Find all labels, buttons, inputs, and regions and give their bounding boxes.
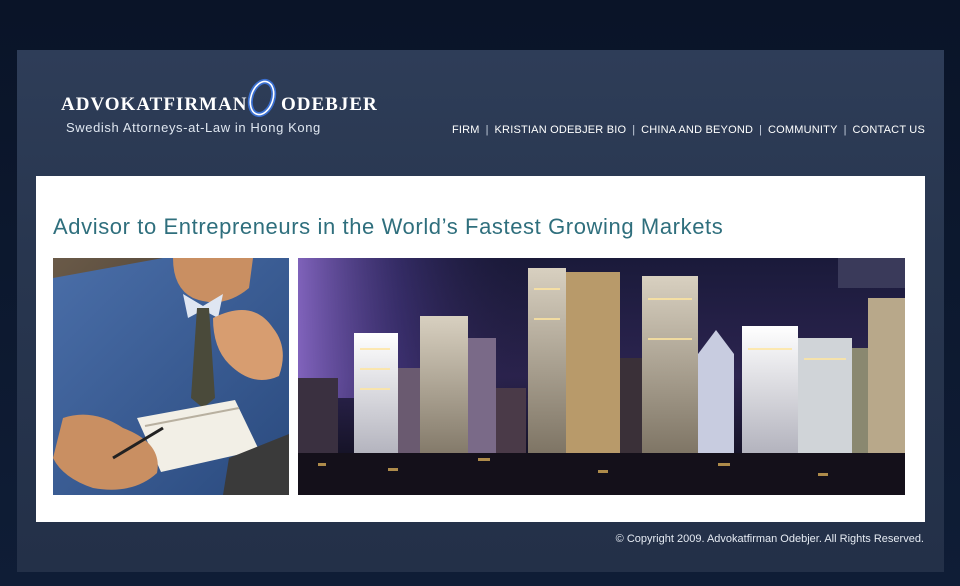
page-headline: Advisor to Entrepreneurs in the World’s … bbox=[53, 214, 724, 239]
nav-item-firm[interactable]: FIRM bbox=[452, 124, 480, 136]
nav-item-bio[interactable]: KRISTIAN ODEBJER BIO bbox=[495, 124, 627, 136]
nav-item-contact-us[interactable]: CONTACT US bbox=[853, 124, 926, 136]
nav-item-china-and-beyond[interactable]: CHINA AND BEYOND bbox=[641, 124, 753, 136]
copyright-text: © Copyright 2009. Advokatfirman Odebjer.… bbox=[615, 533, 924, 545]
nav-separator: | bbox=[632, 124, 636, 136]
content-panel: Advisor to Entrepreneurs in the World’s … bbox=[36, 176, 925, 522]
logo-word-advokatfirman: Advokatfirman bbox=[61, 94, 248, 115]
nav-item-community[interactable]: COMMUNITY bbox=[768, 124, 838, 136]
businessman-photo bbox=[53, 258, 289, 495]
nav-separator: | bbox=[843, 124, 847, 136]
logo-word-odebjer: Odebjer bbox=[281, 94, 378, 115]
nav-separator: | bbox=[759, 124, 762, 136]
nav-separator: | bbox=[485, 124, 489, 136]
logo-text-right: Odebjer bbox=[281, 94, 378, 116]
main-nav: FIRM | KRISTIAN ODEBJER BIO | CHINA AND … bbox=[452, 124, 925, 136]
site-frame: Advokatfirman Odebjer Swedish Attorneys-… bbox=[17, 50, 944, 572]
page-background: Advokatfirman Odebjer Swedish Attorneys-… bbox=[0, 0, 960, 586]
logo-o-mark-icon bbox=[247, 78, 277, 118]
businessman-photo-illustration bbox=[53, 258, 289, 495]
city-skyline-photo bbox=[298, 258, 905, 495]
logo-text-left: Advokatfirman bbox=[61, 94, 247, 116]
logo-tagline: Swedish Attorneys-at-Law in Hong Kong bbox=[66, 120, 321, 135]
city-skyline-illustration bbox=[298, 258, 905, 495]
